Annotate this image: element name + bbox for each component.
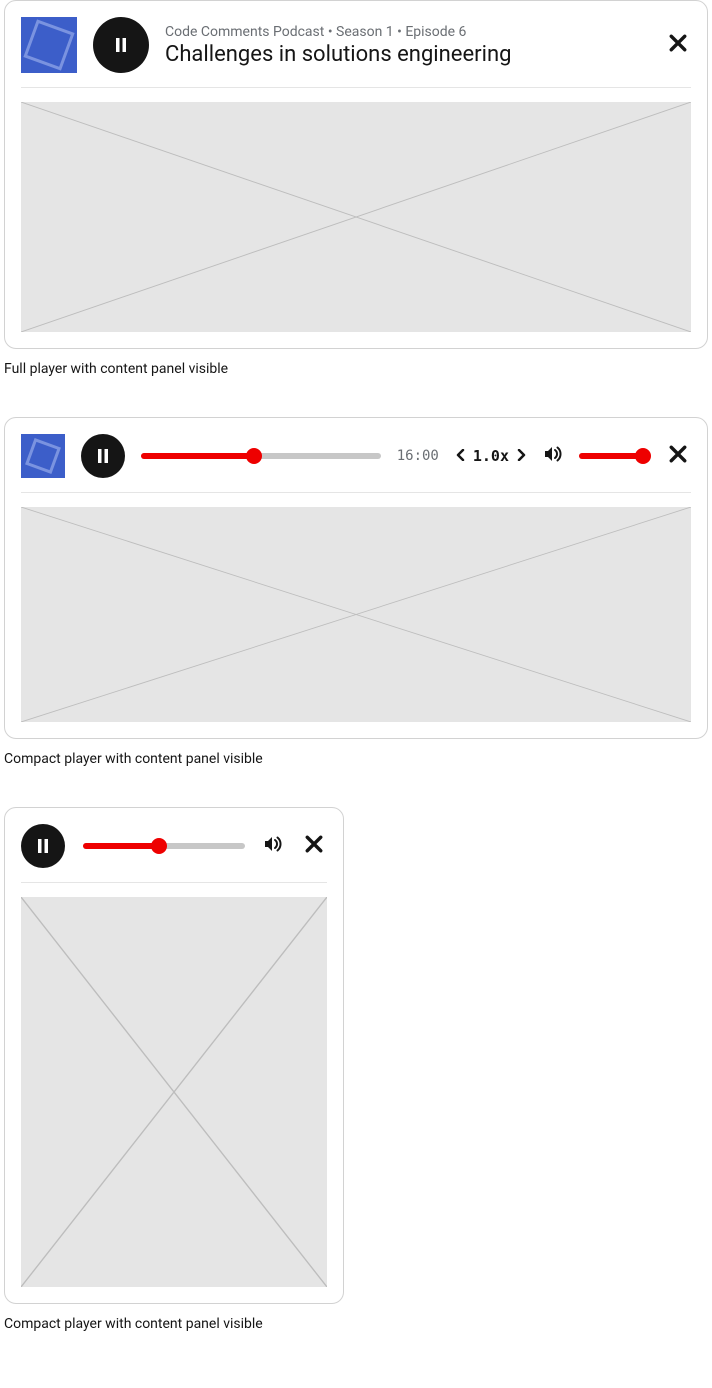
pause-icon [95, 448, 111, 464]
speed-increase-button[interactable] [515, 447, 527, 465]
pause-icon [35, 838, 51, 854]
caption-compact-small: Compact player with content panel visibl… [4, 1316, 708, 1332]
seek-handle[interactable] [151, 838, 167, 854]
divider [21, 882, 327, 883]
pause-button[interactable] [81, 434, 125, 478]
caption-full: Full player with content panel visible [4, 361, 708, 377]
seek-slider[interactable] [83, 838, 245, 854]
volume-button[interactable] [543, 444, 563, 468]
volume-button[interactable] [263, 834, 283, 858]
playback-speed: 1.0x [455, 447, 527, 465]
compact-wide-controls: 16:00 1.0x [21, 434, 691, 478]
speed-value: 1.0x [473, 447, 509, 465]
caption-compact-wide: Compact player with content panel visibl… [4, 751, 708, 767]
volume-icon [263, 834, 283, 854]
close-button[interactable] [665, 30, 691, 60]
seek-slider[interactable] [141, 448, 381, 464]
compact-small-player-card [4, 807, 344, 1304]
speed-decrease-button[interactable] [455, 447, 467, 465]
seek-handle[interactable] [246, 448, 262, 464]
full-player-header: Code Comments Podcast • Season 1 • Episo… [21, 17, 691, 73]
chevron-left-icon [455, 449, 467, 461]
content-panel-placeholder [21, 102, 691, 332]
close-button[interactable] [665, 441, 691, 471]
episode-thumbnail[interactable] [21, 434, 65, 478]
close-icon [669, 34, 687, 52]
compact-wide-player-card: 16:00 1.0x [4, 417, 708, 739]
duration-label: 16:00 [397, 448, 439, 464]
episode-meta: Code Comments Podcast • Season 1 • Episo… [165, 24, 649, 40]
content-panel-placeholder [21, 897, 327, 1287]
pause-icon [113, 37, 129, 53]
volume-fill [579, 453, 643, 459]
episode-titles: Code Comments Podcast • Season 1 • Episo… [165, 24, 649, 67]
divider [21, 492, 691, 493]
seek-fill [83, 843, 159, 849]
content-panel-placeholder [21, 507, 691, 722]
full-player-card: Code Comments Podcast • Season 1 • Episo… [4, 0, 708, 349]
volume-slider[interactable] [579, 448, 649, 464]
volume-icon [543, 444, 563, 464]
episode-thumbnail[interactable] [21, 17, 77, 73]
close-icon [669, 445, 687, 463]
close-button[interactable] [301, 831, 327, 861]
pause-button[interactable] [21, 824, 65, 868]
episode-title: Challenges in solutions engineering [165, 42, 649, 67]
chevron-right-icon [515, 449, 527, 461]
close-icon [305, 835, 323, 853]
divider [21, 87, 691, 88]
seek-fill [141, 453, 254, 459]
pause-button[interactable] [93, 17, 149, 73]
compact-small-controls [21, 824, 327, 868]
volume-handle[interactable] [635, 448, 651, 464]
